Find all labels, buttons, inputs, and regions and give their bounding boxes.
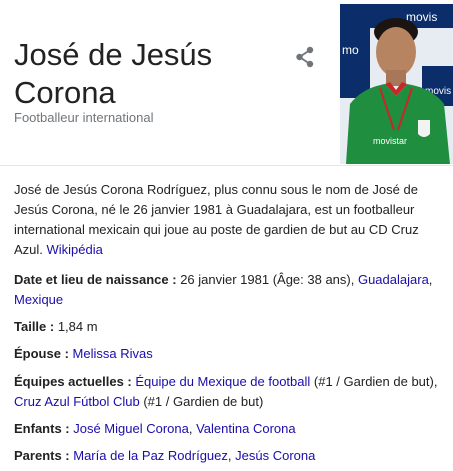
parent-1-link[interactable]: María de la Paz Rodríguez [73, 448, 228, 463]
fact-birth-label: Date et lieu de naissance : [14, 272, 181, 287]
title-line-2: Corona [14, 75, 116, 110]
fact-children-label: Enfants : [14, 421, 74, 436]
share-button[interactable] [292, 44, 318, 70]
profile-photo[interactable]: movis mo movis movistar [340, 4, 453, 164]
fact-spouse: Épouse : Melissa Rivas [14, 344, 439, 364]
fact-teams-text-1: (#1 / Gardien de but), [310, 374, 438, 389]
guadalajara-link[interactable]: Guadalajara [358, 272, 429, 287]
fact-children: Enfants : José Miguel Corona, Valentina … [14, 419, 439, 439]
child-2-link[interactable]: Valentina Corona [196, 421, 296, 436]
title-line-1: José de Jesús [14, 37, 213, 72]
panel-header: José de Jesús Corona Footballeur interna… [0, 0, 453, 164]
fact-height-label: Taille : [14, 319, 58, 334]
fact-teams: Équipes actuelles : Équipe du Mexique de… [14, 372, 439, 412]
player-image: movis mo movis movistar [340, 4, 453, 164]
parent-2-link[interactable]: Jesús Corona [235, 448, 315, 463]
mexique-link[interactable]: Mexique [14, 292, 63, 307]
child-1-link[interactable]: José Miguel Corona [73, 421, 189, 436]
fact-teams-label: Équipes actuelles : [14, 374, 136, 389]
fact-parents: Parents : María de la Paz Rodríguez, Jes… [14, 446, 439, 466]
fact-height-value: 1,84 m [57, 319, 98, 334]
team-mexico-link[interactable]: Équipe du Mexique de football [135, 374, 310, 389]
fact-children-sep: , [188, 421, 197, 436]
sponsor-mid-text: mo [342, 43, 359, 57]
shirt-logo-text: movistar [373, 136, 407, 146]
header-divider [0, 165, 453, 166]
team-cruz-azul-link[interactable]: Cruz Azul Fútbol Club [14, 394, 140, 409]
panel-subtitle: Footballeur international [14, 110, 154, 125]
fact-birth: Date et lieu de naissance : 26 janvier 1… [14, 270, 439, 310]
fact-teams-text-2: (#1 / Gardien de but) [139, 394, 264, 409]
fact-birth-sep: , [428, 272, 433, 287]
panel-title: José de Jesús Corona [14, 36, 264, 112]
fact-birth-text: 26 janvier 1981 (Âge: 38 ans), [180, 272, 358, 287]
wikipedia-link[interactable]: Wikipédia [47, 242, 103, 257]
fact-height: Taille : 1,84 m [14, 317, 439, 337]
fact-spouse-label: Épouse : [14, 346, 73, 361]
knowledge-panel: José de Jesús Corona Footballeur interna… [0, 0, 453, 471]
fact-parents-label: Parents : [14, 448, 74, 463]
share-icon [296, 46, 314, 68]
spouse-link[interactable]: Melissa Rivas [73, 346, 153, 361]
description: José de Jesús Corona Rodríguez, plus con… [14, 180, 434, 260]
